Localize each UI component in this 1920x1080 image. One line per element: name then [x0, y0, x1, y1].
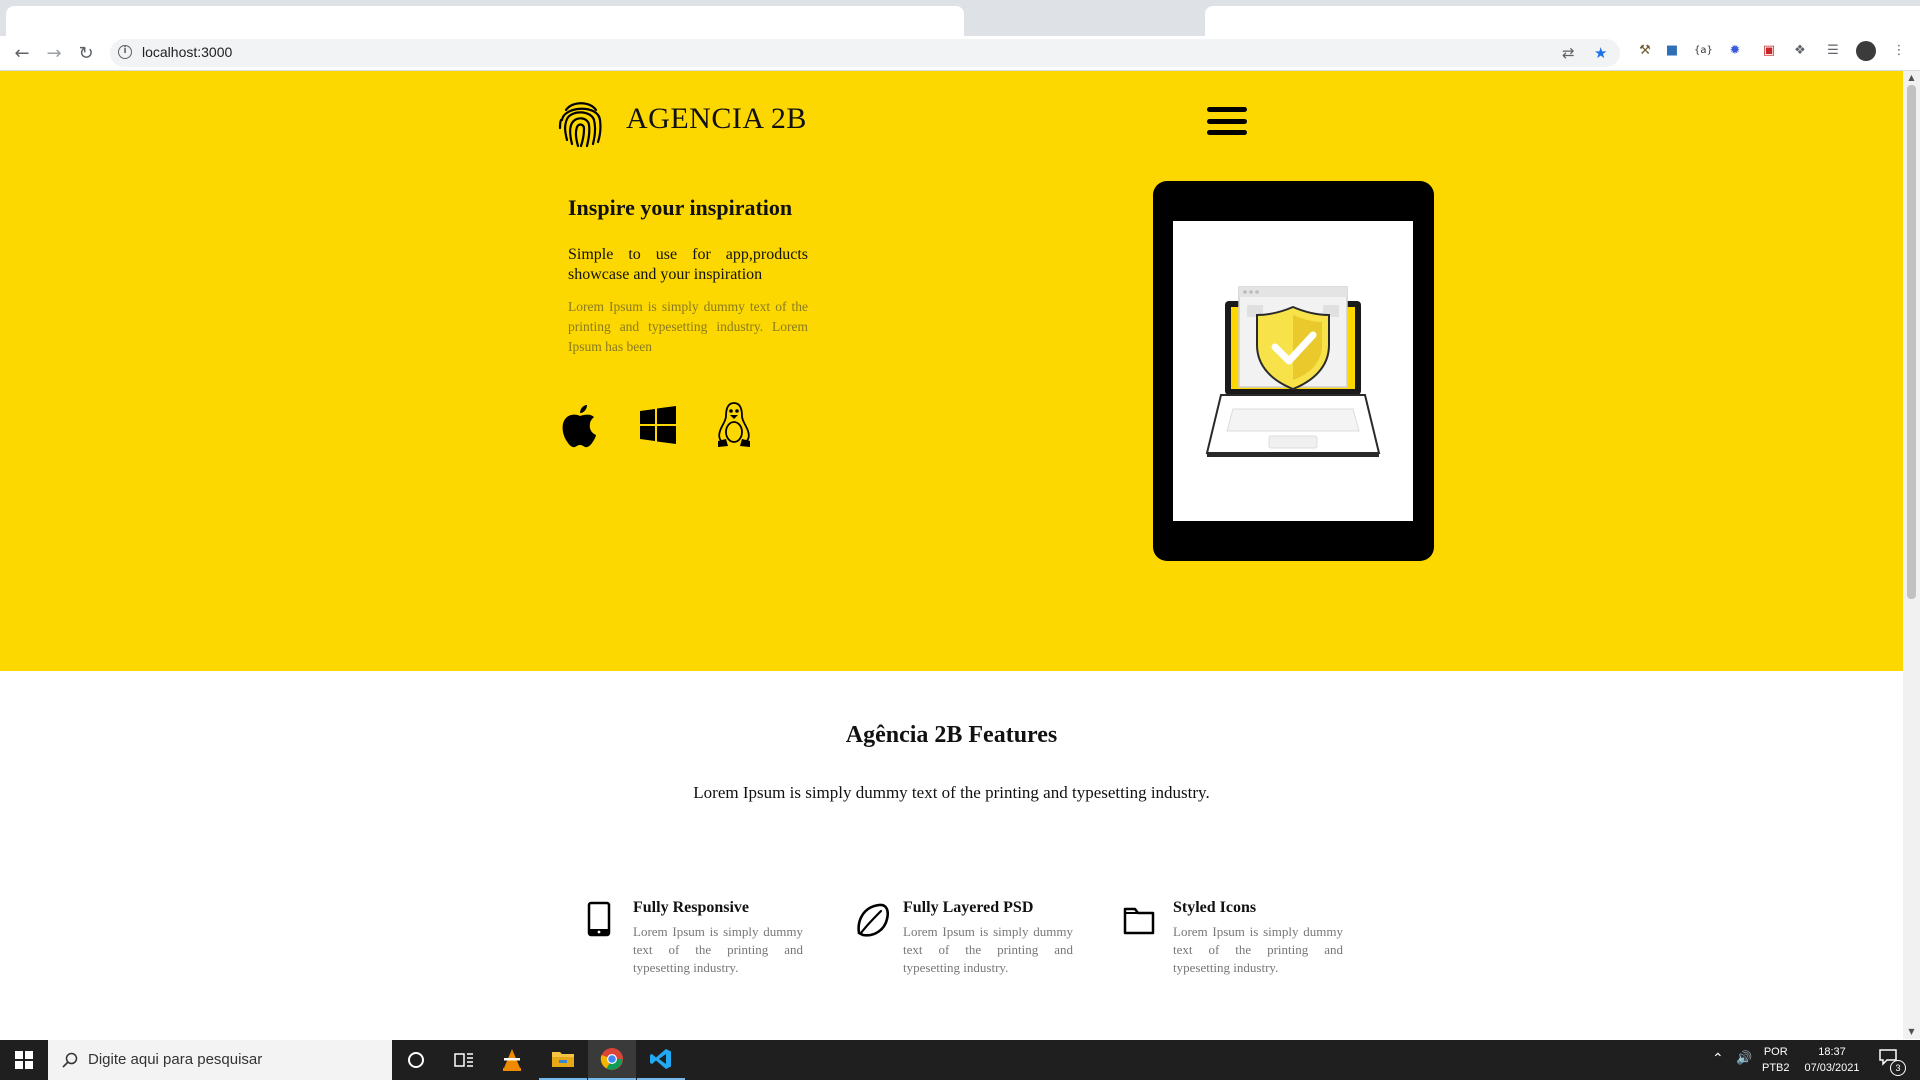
hamburger-menu-icon[interactable]	[1207, 107, 1247, 135]
notification-center-icon[interactable]: 3	[1872, 1048, 1906, 1076]
tray-chevron-up-icon[interactable]: ⌃	[1712, 1050, 1724, 1066]
windows-taskbar: Digite aqui para pesquisar ⌃ 🔊 POR PTB2 …	[0, 1040, 1920, 1080]
tab-strip	[0, 0, 1920, 36]
keyboard-layout: PTB2	[1762, 1062, 1790, 1074]
windows-start-icon[interactable]	[0, 1040, 48, 1080]
features-title: Agência 2B Features	[845, 722, 1058, 748]
cortana-icon[interactable]	[392, 1040, 440, 1080]
info-icon[interactable]: i	[118, 45, 132, 59]
profile-avatar[interactable]	[1856, 41, 1876, 61]
leaf-icon	[857, 903, 889, 937]
scroll-down-icon[interactable]: ▼	[1903, 1025, 1920, 1039]
clock-time: 18:37	[1818, 1046, 1846, 1058]
scroll-thumb[interactable]	[1907, 85, 1916, 599]
extension-tools-icon[interactable]: ⚒	[1636, 42, 1654, 60]
clock[interactable]: 18:37 07/03/2021	[1800, 1044, 1864, 1076]
notification-badge: 3	[1890, 1060, 1906, 1076]
language-indicator[interactable]: POR PTB2	[1762, 1044, 1790, 1076]
linux-icon[interactable]	[712, 401, 756, 449]
mobile-icon	[587, 901, 611, 937]
features-subtitle: Lorem Ipsum is simply dummy text of the …	[693, 783, 1210, 802]
hero-title: Inspire your inspiration	[568, 195, 793, 220]
tablet-screen	[1173, 221, 1413, 521]
vscode-icon[interactable]	[637, 1040, 685, 1080]
extension-json-icon[interactable]: {a}	[1694, 42, 1713, 60]
language-code: POR	[1763, 1046, 1788, 1058]
fingerprint-logo-icon[interactable]	[558, 98, 604, 148]
browser-toolbar: ← → ↻ i localhost:3000 ⇄ ★	[0, 36, 1920, 71]
volume-icon[interactable]: 🔊	[1736, 1050, 1752, 1066]
scroll-up-icon[interactable]: ▲	[1903, 71, 1920, 85]
browser-menu-icon[interactable]: ⋮	[1890, 42, 1908, 60]
translate-icon[interactable]: ⇄	[1562, 44, 1575, 62]
security-shield-illustration	[1205, 286, 1381, 457]
clock-date: 07/03/2021	[1804, 1062, 1860, 1074]
task-view-icon[interactable]	[440, 1040, 488, 1080]
hero-section: AGENCIA 2B Inspire your inspiration Simp…	[0, 71, 1903, 671]
brand-name[interactable]: AGENCIA 2B	[626, 102, 807, 136]
file-explorer-icon[interactable]	[539, 1040, 587, 1080]
feature-description: Lorem Ipsum is simply dummy text of the …	[1173, 924, 1343, 975]
windows-icon[interactable]	[638, 401, 678, 449]
search-icon	[62, 1052, 78, 1068]
active-tab[interactable]	[6, 6, 964, 36]
feature-title: Styled Icons	[1173, 899, 1257, 916]
tablet-mockup	[1153, 181, 1434, 561]
hero-subtitle: Simple to use for app,products showcase …	[568, 246, 808, 283]
extension-cube-icon[interactable]: ■	[1663, 42, 1681, 60]
extensions-puzzle-icon[interactable]: ❖	[1791, 42, 1809, 60]
hero-description: Lorem Ipsum is simply dummy text of the …	[568, 299, 808, 354]
address-bar[interactable]: i localhost:3000 ⇄ ★	[110, 39, 1620, 67]
page-scrollbar[interactable]: ▲ ▼	[1903, 71, 1920, 1039]
folder-icon	[1123, 907, 1155, 935]
page-viewport: AGENCIA 2B Inspire your inspiration Simp…	[0, 71, 1903, 1039]
taskbar-search-placeholder: Digite aqui para pesquisar	[88, 1051, 263, 1068]
bookmark-star-icon[interactable]: ★	[1594, 44, 1607, 62]
forward-icon[interactable]: →	[42, 42, 66, 64]
address-url: localhost:3000	[142, 44, 233, 60]
vlc-icon[interactable]	[488, 1040, 536, 1080]
reload-icon[interactable]: ↻	[74, 42, 98, 64]
new-tab-area[interactable]	[1205, 6, 1920, 36]
feature-title: Fully Layered PSD	[903, 899, 1034, 916]
reading-list-icon[interactable]: ☰	[1824, 42, 1842, 60]
apple-icon[interactable]	[560, 401, 600, 449]
extension-gear-icon[interactable]: ✹	[1726, 42, 1744, 60]
feature-description: Lorem Ipsum is simply dummy text of the …	[903, 924, 1073, 975]
extension-red-icon[interactable]: ▣	[1760, 42, 1778, 60]
back-icon[interactable]: ←	[10, 42, 34, 64]
feature-title: Fully Responsive	[633, 899, 750, 916]
feature-description: Lorem Ipsum is simply dummy text of the …	[633, 924, 803, 975]
taskbar-search[interactable]: Digite aqui para pesquisar	[48, 1040, 392, 1080]
chrome-icon[interactable]	[588, 1040, 636, 1080]
